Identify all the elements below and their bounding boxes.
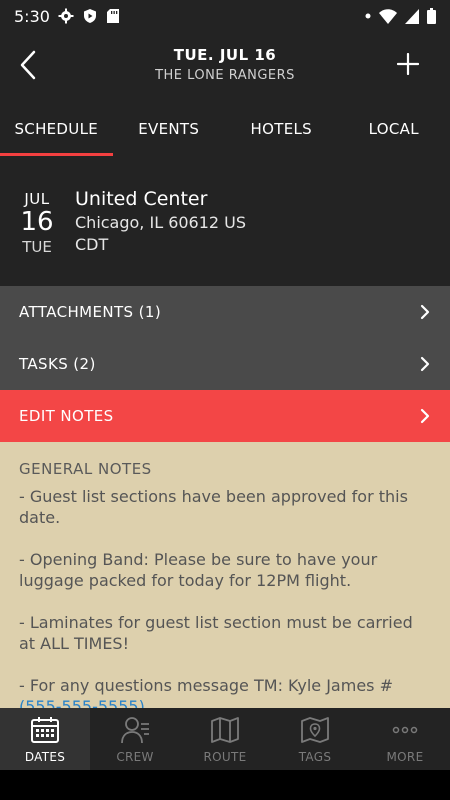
attachments-row[interactable]: ATTACHMENTS (1): [0, 286, 450, 338]
note-contact-text: - For any questions message TM: Kyle Jam…: [19, 676, 393, 695]
venue-address: Chicago, IL 60612 US: [75, 213, 247, 232]
system-navigation-bar: [0, 770, 450, 800]
back-arrow-icon: [20, 50, 36, 80]
header-titles: TUE. JUL 16 THE LONE RANGERS: [90, 46, 360, 83]
venue-section: JUL 16 TUE United Center Chicago, IL 606…: [0, 156, 450, 286]
note-item: - Laminates for guest list section must …: [19, 613, 413, 653]
more-icon: [392, 726, 418, 734]
nav-tags[interactable]: TAGS: [270, 708, 360, 770]
notes-body: - Guest list sections have been approved…: [19, 486, 431, 708]
chevron-right-icon: [420, 304, 430, 320]
header-date: TUE. JUL 16: [173, 46, 277, 64]
plus-icon: [397, 53, 419, 75]
tag-map-icon: [301, 717, 329, 743]
signal-icon: [405, 8, 419, 24]
nav-dates[interactable]: DATES: [0, 708, 90, 770]
edit-notes-label: EDIT NOTES: [19, 407, 114, 425]
note-item: - Guest list sections have been approved…: [19, 487, 408, 527]
attachments-label: ATTACHMENTS (1): [19, 303, 162, 321]
nav-label: MORE: [386, 750, 424, 764]
date-day: 16: [20, 207, 54, 237]
add-button[interactable]: [394, 50, 422, 78]
tab-events[interactable]: EVENTS: [113, 108, 226, 156]
tab-schedule[interactable]: SCHEDULE: [0, 108, 113, 156]
shield-icon: [83, 9, 96, 23]
tab-hotels[interactable]: HOTELS: [225, 108, 338, 156]
note-item-contact: - For any questions message TM: Kyle Jam…: [19, 675, 431, 708]
edit-notes-row[interactable]: EDIT NOTES: [0, 390, 450, 442]
phone-link[interactable]: (555-555-5555): [19, 697, 145, 708]
back-button[interactable]: [12, 48, 44, 82]
bottom-nav: DATES CREW ROUTE TAGS MORE: [0, 708, 450, 770]
header-subtitle: THE LONE RANGERS: [155, 68, 295, 83]
nav-label: TAGS: [298, 750, 332, 764]
nav-label: DATES: [24, 750, 66, 764]
venue-name: United Center: [75, 188, 208, 210]
date-badge: JUL 16 TUE: [14, 190, 60, 256]
venue-info: United Center Chicago, IL 60612 US CDT: [75, 188, 246, 254]
wifi-icon: [379, 8, 397, 24]
app-header: TUE. JUL 16 THE LONE RANGERS: [0, 32, 450, 102]
venue-timezone: CDT: [75, 235, 109, 254]
tab-local[interactable]: LOCAL: [338, 108, 450, 156]
date-month: JUL: [24, 190, 50, 208]
notes-title: GENERAL NOTES: [19, 460, 152, 478]
tasks-row[interactable]: TASKS (2): [0, 338, 450, 390]
chevron-right-icon: [420, 408, 430, 424]
nav-label: ROUTE: [203, 750, 247, 764]
note-item: - Opening Band: Please be sure to have y…: [19, 550, 378, 590]
sd-card-icon: [106, 9, 119, 23]
battery-icon: [427, 8, 436, 24]
nav-route[interactable]: ROUTE: [180, 708, 270, 770]
map-icon: [211, 717, 239, 743]
tab-bar: SCHEDULE EVENTS HOTELS LOCAL: [0, 108, 450, 156]
date-weekday: TUE: [22, 238, 52, 256]
tasks-label: TASKS (2): [19, 355, 96, 373]
status-time: 5:30: [14, 6, 50, 26]
nav-crew[interactable]: CREW: [90, 708, 180, 770]
general-notes-panel[interactable]: GENERAL NOTES - Guest list sections have…: [0, 442, 450, 708]
crew-icon: [121, 717, 149, 744]
chevron-right-icon: [420, 356, 430, 372]
nav-more[interactable]: MORE: [360, 708, 450, 770]
status-bar: 5:30: [0, 0, 450, 32]
gear-icon: [58, 8, 74, 24]
dot-icon: [365, 13, 371, 19]
nav-label: CREW: [116, 750, 154, 764]
calendar-icon: [31, 717, 59, 743]
